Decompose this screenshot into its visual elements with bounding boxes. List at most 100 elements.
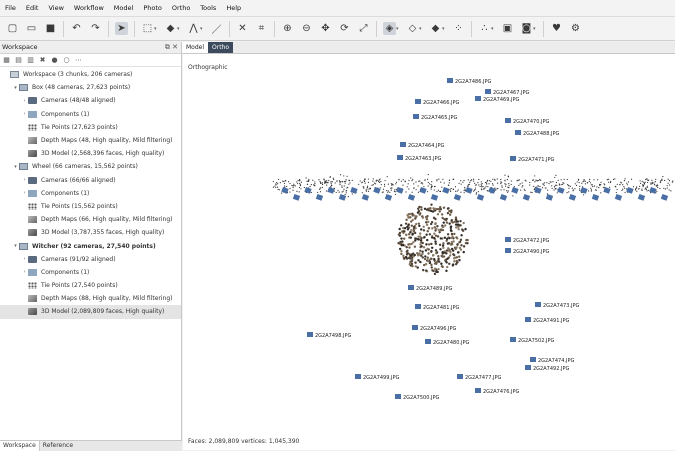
camera-marker[interactable] <box>395 394 401 399</box>
chevron-right-icon[interactable]: › <box>21 98 28 104</box>
camera-marker[interactable] <box>465 186 473 194</box>
menu-help[interactable]: Help <box>221 0 246 16</box>
chevron-down-icon[interactable]: ▾ <box>12 164 19 170</box>
camera-marker[interactable] <box>415 304 421 309</box>
camera-marker[interactable] <box>355 374 361 379</box>
camera-marker[interactable] <box>511 187 519 194</box>
tree-item[interactable]: 3D Model (2,568,396 faces, High quality) <box>0 147 181 160</box>
tree-item[interactable]: ▾ Wheel (66 cameras, 15,562 points) <box>0 160 181 173</box>
chevron-down-icon[interactable]: ▾ <box>12 243 19 249</box>
cameras-icon[interactable]: ▣ <box>501 22 514 35</box>
camera-marker[interactable] <box>315 194 324 201</box>
chevron-right-icon[interactable]: › <box>21 190 28 196</box>
camera-marker[interactable] <box>603 187 611 194</box>
menu-file[interactable]: File <box>0 0 21 16</box>
menu-workflow[interactable]: Workflow <box>69 0 109 16</box>
dropdown-arrow-icon[interactable]: ▾ <box>533 26 538 32</box>
camera-marker[interactable] <box>557 186 565 194</box>
dropdown-arrow-icon[interactable]: ▾ <box>442 26 447 32</box>
close-panel-icon[interactable]: ✕ <box>172 43 178 51</box>
camera-marker[interactable] <box>304 187 312 194</box>
camera-marker[interactable] <box>407 194 416 201</box>
tree-item[interactable]: › Components (1) <box>0 266 181 279</box>
camera-marker[interactable] <box>505 118 511 123</box>
camera-marker[interactable] <box>430 194 439 201</box>
remove-icon[interactable]: ✖ <box>38 56 47 65</box>
model-viewport[interactable]: 2G2A7486.JPG 2G2A7467.JPG 2G2A7469.JPG 2G2A… <box>183 54 675 450</box>
camera-marker[interactable] <box>475 96 481 101</box>
new-icon[interactable]: ▢ <box>6 22 19 35</box>
camera-marker[interactable] <box>515 130 521 135</box>
chevron-right-icon[interactable]: › <box>21 269 28 275</box>
camera-marker[interactable] <box>327 187 335 194</box>
camera-marker[interactable] <box>447 78 453 83</box>
ruler-icon[interactable]: ／ <box>210 22 223 36</box>
chevron-down-icon[interactable]: ▾ <box>12 85 19 91</box>
camera-marker[interactable] <box>413 114 419 119</box>
select-rect-icon[interactable]: ⬚ <box>141 22 154 35</box>
bookmark-icon[interactable]: ♥ <box>550 22 563 35</box>
zoom-in-icon[interactable]: ⊕ <box>281 22 294 35</box>
menu-ortho[interactable]: Ortho <box>167 0 195 16</box>
camera-marker[interactable] <box>476 193 485 201</box>
dropdown-arrow-icon[interactable]: ▾ <box>491 26 496 32</box>
add-chunk-icon[interactable]: ▦ <box>2 56 11 65</box>
camera-marker[interactable] <box>361 194 370 201</box>
disable-icon[interactable]: ○ <box>62 56 71 65</box>
dropdown-arrow-icon[interactable]: ▾ <box>419 26 424 32</box>
rotate-region-icon[interactable]: ⟳ <box>338 22 351 35</box>
options-icon[interactable]: ⋯ <box>74 56 83 65</box>
redo-icon[interactable]: ↷ <box>89 22 102 35</box>
move-icon[interactable]: ✥ <box>319 22 332 35</box>
delete-icon[interactable]: ✕ <box>236 22 249 35</box>
camera-marker[interactable] <box>415 99 421 104</box>
chevron-right-icon[interactable]: › <box>21 111 28 117</box>
tree-item[interactable]: 3D Model (2,089,809 faces, High quality) <box>0 305 181 319</box>
tree-item[interactable]: Tie Points (15,562 points) <box>0 200 181 213</box>
tree-item[interactable]: ▾ Witcher (92 cameras, 27,540 points) <box>0 239 181 252</box>
undo-icon[interactable]: ↶ <box>70 22 83 35</box>
camera-marker[interactable] <box>475 388 481 393</box>
camera-marker[interactable] <box>442 187 450 194</box>
resize-region-icon[interactable]: ⤢ <box>357 22 370 35</box>
tree-item[interactable]: ▾ Box (48 cameras, 27,623 points) <box>0 81 181 94</box>
camera-marker[interactable] <box>535 302 541 307</box>
dropdown-arrow-icon[interactable]: ▾ <box>396 26 401 32</box>
add-folder-icon[interactable]: ▥ <box>26 56 35 65</box>
tree-item[interactable]: › Components (1) <box>0 108 181 121</box>
camera-marker[interactable] <box>485 89 491 94</box>
camera-marker[interactable] <box>499 194 508 201</box>
draw-shape-icon[interactable]: ◆ <box>164 22 177 35</box>
chevron-right-icon[interactable]: › <box>21 256 28 262</box>
camera-marker[interactable] <box>292 193 301 201</box>
float-panel-icon[interactable]: ⧉ <box>165 43 170 51</box>
camera-marker[interactable] <box>522 194 531 201</box>
model-solid-icon[interactable]: ◇ <box>406 22 419 35</box>
camera-marker[interactable] <box>510 156 516 161</box>
camera-marker[interactable] <box>457 374 463 379</box>
dropdown-arrow-icon[interactable]: ▾ <box>154 26 159 32</box>
tree-item[interactable]: Tie Points (27,540 points) <box>0 279 181 292</box>
tree-item[interactable]: Depth Maps (88, High quality, Mild filte… <box>0 292 181 305</box>
tree-item[interactable]: › Cameras (48/48 aligned) <box>0 94 181 107</box>
camera-marker[interactable] <box>568 194 577 201</box>
camera-marker[interactable] <box>525 317 531 322</box>
camera-marker[interactable] <box>419 187 427 194</box>
tree-item[interactable]: › Components (1) <box>0 187 181 200</box>
camera-marker[interactable] <box>384 193 393 201</box>
tree-item[interactable]: Tie Points (27,623 points) <box>0 121 181 134</box>
menu-model[interactable]: Model <box>109 0 139 16</box>
add-photos-icon[interactable]: ▤ <box>14 56 23 65</box>
menu-photo[interactable]: Photo <box>138 0 167 16</box>
camera-marker[interactable] <box>525 365 531 370</box>
crop-icon[interactable]: ⌗ <box>255 22 268 35</box>
tab-model[interactable]: Model <box>182 42 209 53</box>
scene-canvas[interactable]: 2G2A7486.JPG2G2A7467.JPG2G2A7469.JPG 2G2A… <box>183 54 675 450</box>
camera-marker[interactable] <box>530 357 536 362</box>
camera-marker[interactable] <box>614 193 623 201</box>
chevron-right-icon[interactable]: › <box>21 177 28 183</box>
tree-item[interactable]: Depth Maps (48, High quality, Mild filte… <box>0 134 181 147</box>
save-icon[interactable]: ■ <box>44 22 57 35</box>
camera-marker[interactable] <box>408 285 414 290</box>
camera-marker[interactable] <box>591 194 600 201</box>
